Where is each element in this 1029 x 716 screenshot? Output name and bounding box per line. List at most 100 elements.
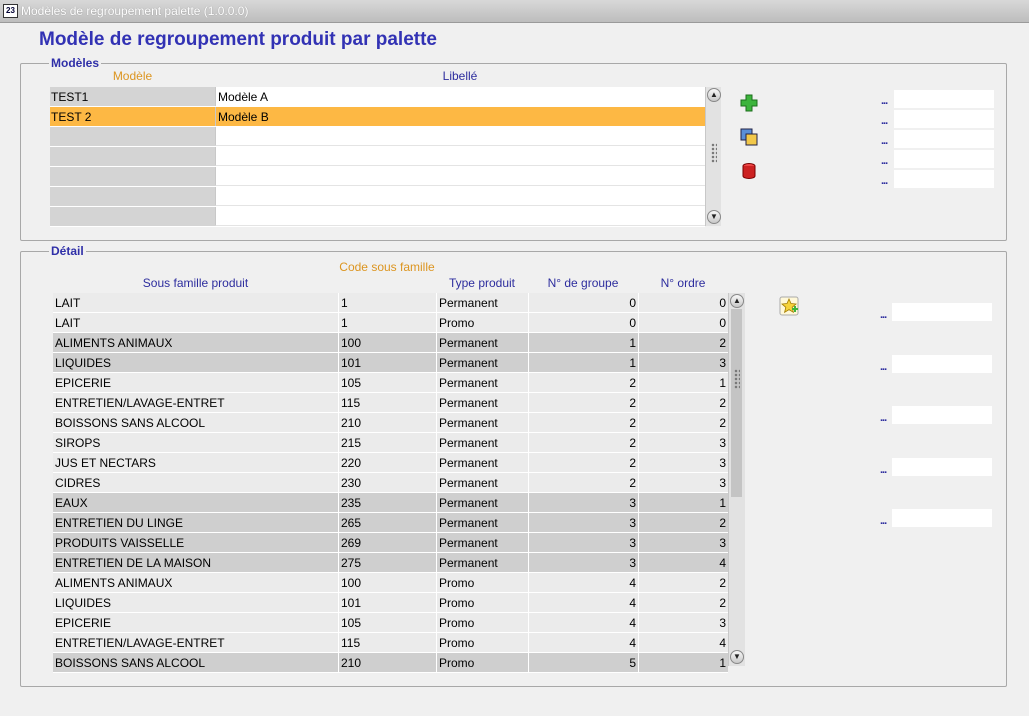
group-cell[interactable]: 2 bbox=[528, 413, 638, 432]
model-code-cell[interactable]: TEST1 bbox=[50, 87, 215, 106]
order-cell[interactable]: 1 bbox=[638, 493, 728, 512]
code-cell[interactable]: 101 bbox=[338, 593, 436, 612]
type-cell[interactable]: Permanent bbox=[436, 373, 528, 392]
models-row[interactable] bbox=[50, 127, 705, 147]
group-cell[interactable]: 0 bbox=[528, 293, 638, 312]
type-cell[interactable]: Promo bbox=[436, 593, 528, 612]
code-cell[interactable]: 1 bbox=[338, 293, 436, 312]
order-cell[interactable]: 1 bbox=[638, 373, 728, 392]
code-cell[interactable]: 101 bbox=[338, 353, 436, 372]
type-cell[interactable]: Permanent bbox=[436, 333, 528, 352]
models-side-dots[interactable]: ... bbox=[881, 135, 888, 147]
detail-row[interactable]: CIDRES 230 Permanent 2 3 bbox=[53, 473, 728, 493]
detail-side-dots[interactable]: ... bbox=[880, 361, 887, 373]
scroll-down-icon[interactable]: ▼ bbox=[707, 210, 721, 224]
detail-row[interactable]: LAIT 1 Promo 0 0 bbox=[53, 313, 728, 333]
type-cell[interactable]: Permanent bbox=[436, 453, 528, 472]
type-cell[interactable]: Promo bbox=[436, 573, 528, 592]
order-cell[interactable]: 2 bbox=[638, 573, 728, 592]
detail-side-field[interactable] bbox=[892, 406, 992, 424]
models-row[interactable] bbox=[50, 207, 705, 227]
detail-row[interactable]: JUS ET NECTARS 220 Permanent 2 3 bbox=[53, 453, 728, 473]
add-model-button[interactable] bbox=[739, 93, 759, 113]
group-cell[interactable]: 3 bbox=[528, 553, 638, 572]
code-cell[interactable]: 1 bbox=[338, 313, 436, 332]
copy-model-button[interactable] bbox=[739, 127, 759, 147]
order-cell[interactable]: 2 bbox=[638, 333, 728, 352]
models-scrollbar[interactable]: ▲ ▼ bbox=[705, 87, 721, 226]
order-cell[interactable]: 2 bbox=[638, 393, 728, 412]
code-cell[interactable]: 265 bbox=[338, 513, 436, 532]
add-detail-button[interactable] bbox=[779, 296, 799, 316]
group-cell[interactable]: 2 bbox=[528, 453, 638, 472]
models-side-field[interactable] bbox=[894, 90, 994, 108]
detail-row[interactable]: LIQUIDES 101 Permanent 1 3 bbox=[53, 353, 728, 373]
group-cell[interactable]: 2 bbox=[528, 473, 638, 492]
subfamily-cell[interactable]: LAIT bbox=[53, 313, 338, 332]
detail-side-dots[interactable]: ... bbox=[880, 309, 887, 321]
order-cell[interactable]: 3 bbox=[638, 473, 728, 492]
scroll-up-icon[interactable]: ▲ bbox=[730, 294, 744, 308]
models-side-field[interactable] bbox=[894, 150, 994, 168]
model-label-cell[interactable] bbox=[215, 187, 705, 206]
scroll-grip-icon[interactable] bbox=[734, 369, 740, 389]
models-side-field[interactable] bbox=[894, 130, 994, 148]
scroll-grip-icon[interactable] bbox=[711, 143, 717, 163]
detail-row[interactable]: ENTRETIEN DE LA MAISON 275 Permanent 3 4 bbox=[53, 553, 728, 573]
order-cell[interactable]: 4 bbox=[638, 633, 728, 652]
code-cell[interactable]: 105 bbox=[338, 373, 436, 392]
type-cell[interactable]: Permanent bbox=[436, 553, 528, 572]
order-cell[interactable]: 3 bbox=[638, 533, 728, 552]
code-cell[interactable]: 220 bbox=[338, 453, 436, 472]
group-cell[interactable]: 3 bbox=[528, 493, 638, 512]
group-cell[interactable]: 1 bbox=[528, 353, 638, 372]
code-cell[interactable]: 230 bbox=[338, 473, 436, 492]
subfamily-cell[interactable]: ENTRETIEN DU LINGE bbox=[53, 513, 338, 532]
type-cell[interactable]: Permanent bbox=[436, 533, 528, 552]
subfamily-cell[interactable]: CIDRES bbox=[53, 473, 338, 492]
models-row[interactable]: TEST 2 Modèle B bbox=[50, 107, 705, 127]
detail-row[interactable]: EPICERIE 105 Promo 4 3 bbox=[53, 613, 728, 633]
subfamily-cell[interactable]: ENTRETIEN DE LA MAISON bbox=[53, 553, 338, 572]
subfamily-cell[interactable]: LIQUIDES bbox=[53, 353, 338, 372]
order-cell[interactable]: 3 bbox=[638, 453, 728, 472]
model-label-cell[interactable]: Modèle B bbox=[215, 107, 705, 126]
order-cell[interactable]: 3 bbox=[638, 433, 728, 452]
subfamily-cell[interactable]: BOISSONS SANS ALCOOL bbox=[53, 413, 338, 432]
models-row[interactable]: TEST1 Modèle A bbox=[50, 87, 705, 107]
code-cell[interactable]: 100 bbox=[338, 333, 436, 352]
group-cell[interactable]: 4 bbox=[528, 633, 638, 652]
subfamily-cell[interactable]: ALIMENTS ANIMAUX bbox=[53, 573, 338, 592]
scroll-thumb[interactable] bbox=[731, 309, 742, 497]
model-label-cell[interactable] bbox=[215, 147, 705, 166]
code-cell[interactable]: 235 bbox=[338, 493, 436, 512]
detail-row[interactable]: ENTRETIEN DU LINGE 265 Permanent 3 2 bbox=[53, 513, 728, 533]
subfamily-cell[interactable]: SIROPS bbox=[53, 433, 338, 452]
detail-row[interactable]: ENTRETIEN/LAVAGE-ENTRET 115 Promo 4 4 bbox=[53, 633, 728, 653]
detail-side-dots[interactable]: ... bbox=[880, 515, 887, 527]
group-cell[interactable]: 2 bbox=[528, 393, 638, 412]
order-cell[interactable]: 2 bbox=[638, 593, 728, 612]
scroll-down-icon[interactable]: ▼ bbox=[730, 650, 744, 664]
models-side-field[interactable] bbox=[894, 170, 994, 188]
subfamily-cell[interactable]: ENTRETIEN/LAVAGE-ENTRET bbox=[53, 633, 338, 652]
group-cell[interactable]: 0 bbox=[528, 313, 638, 332]
type-cell[interactable]: Permanent bbox=[436, 393, 528, 412]
model-code-cell[interactable]: TEST 2 bbox=[50, 107, 215, 126]
subfamily-cell[interactable]: PRODUITS VAISSELLE bbox=[53, 533, 338, 552]
subfamily-cell[interactable]: EPICERIE bbox=[53, 373, 338, 392]
type-cell[interactable]: Permanent bbox=[436, 413, 528, 432]
models-row[interactable] bbox=[50, 167, 705, 187]
group-cell[interactable]: 5 bbox=[528, 653, 638, 672]
model-label-cell[interactable]: Modèle A bbox=[215, 87, 705, 106]
order-cell[interactable]: 4 bbox=[638, 553, 728, 572]
detail-row[interactable]: ALIMENTS ANIMAUX 100 Promo 4 2 bbox=[53, 573, 728, 593]
group-cell[interactable]: 4 bbox=[528, 573, 638, 592]
model-code-cell[interactable] bbox=[50, 147, 215, 166]
subfamily-cell[interactable]: ENTRETIEN/LAVAGE-ENTRET bbox=[53, 393, 338, 412]
order-cell[interactable]: 0 bbox=[638, 313, 728, 332]
detail-side-field[interactable] bbox=[892, 303, 992, 321]
code-cell[interactable]: 115 bbox=[338, 393, 436, 412]
code-cell[interactable]: 269 bbox=[338, 533, 436, 552]
type-cell[interactable]: Promo bbox=[436, 653, 528, 672]
